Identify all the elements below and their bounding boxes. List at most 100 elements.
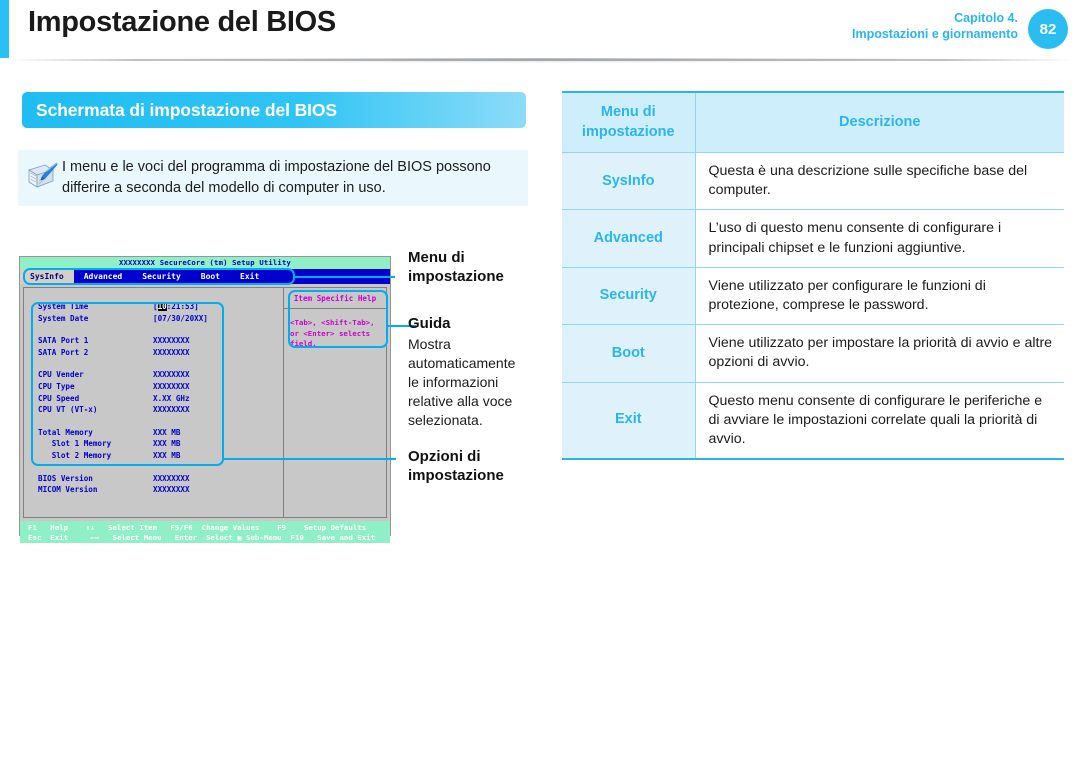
section-heading-bar: Schermata di impostazione del BIOS xyxy=(22,92,526,128)
header-divider-line xyxy=(8,59,1072,61)
bios-value: XXXXXXXX xyxy=(153,485,190,495)
bios-value: XXXXXXXX xyxy=(153,473,190,483)
note-text: I menu e le voci del programma di impost… xyxy=(62,159,491,197)
bios-key: CPU VT (VT-x) xyxy=(38,405,98,415)
bios-item-specific-help-panel: Item Specific Help <Tab>, <Shift-Tab>, o… xyxy=(283,287,387,518)
table-header-description: Descrizione xyxy=(694,92,1064,154)
table-cell-desc-advanced: L’uso di questo menu consente di configu… xyxy=(695,209,1064,268)
table-row: Boot Viene utilizzato per impostare la p… xyxy=(562,324,1064,383)
bios-keyboard-legend: F1 Help ↑↓ Select Item F5/F6 Change Valu… xyxy=(20,521,390,543)
bios-tab-boot[interactable]: Boot xyxy=(191,269,230,284)
table-cell-menu-exit: Exit xyxy=(562,382,696,460)
table-header-menu-line2: impostazione xyxy=(581,123,675,140)
bios-help-line-2: or <Enter> selects xyxy=(290,328,371,338)
bios-row-cpu-speed[interactable]: CPU Speed X.XX GHz xyxy=(38,393,283,405)
bios-value: XXXXXXXX xyxy=(153,336,190,346)
bios-settings-list: System Time [10:21:53] System Date [07/3… xyxy=(23,287,283,518)
page-number-badge: 82 xyxy=(1028,9,1068,49)
bios-key: BIOS Version xyxy=(38,473,93,483)
bios-value: XXXXXXXX xyxy=(153,347,190,357)
note-pen-icon xyxy=(26,161,60,191)
bios-row-total-memory[interactable]: Total Memory XXX MB xyxy=(38,427,283,439)
bios-legend-line-2: Esc Exit ←→ Select Menu Enter Select ▣ S… xyxy=(28,533,390,543)
callout-label-menu-line1: Menu di xyxy=(408,249,465,266)
bios-row-system-time[interactable]: System Time [10:21:53] xyxy=(38,301,283,313)
page-header: Impostazione del BIOS Capitolo 4. Impost… xyxy=(0,0,1080,60)
bios-help-line-1: <Tab>, <Shift-Tab>, xyxy=(290,318,375,327)
bios-tab-advanced[interactable]: Advanced xyxy=(74,269,133,284)
bios-spacer xyxy=(38,416,283,427)
bios-value: XXXXXXXX xyxy=(153,381,190,391)
bios-key: Slot 2 Memory xyxy=(38,450,112,460)
callout-guide-description: Mostra automaticamente le informazioni r… xyxy=(408,336,516,428)
page-title: Impostazione del BIOS xyxy=(28,6,336,38)
bios-key: CPU Type xyxy=(38,381,75,391)
callout-label-menu-line2: impostazione xyxy=(408,267,504,285)
section-heading-label: Schermata di impostazione del BIOS xyxy=(36,99,337,120)
table-row: SysInfo Questa è una descrizione sulle s… xyxy=(562,152,1064,211)
bios-row-micom-version[interactable]: MICOM Version XXXXXXXX xyxy=(38,484,283,496)
bios-spacer xyxy=(38,462,283,473)
bios-value: XXX MB xyxy=(153,439,181,449)
bios-value: X.XX GHz xyxy=(153,393,190,403)
bios-key: System Time xyxy=(38,302,89,311)
bios-row-cpu-vt[interactable]: CPU VT (VT-x) XXXXXXXX xyxy=(38,404,283,416)
bios-key: MICOM Version xyxy=(38,485,98,495)
bios-window-title: XXXXXXXX SecureCore (tm) Setup Utility xyxy=(20,257,390,269)
callout-label-menu: Menu di impostazione xyxy=(408,249,538,287)
bios-help-line-3: field. xyxy=(290,339,317,348)
bios-key: System Date xyxy=(38,313,89,323)
bios-row-bios-version[interactable]: BIOS Version XXXXXXXX xyxy=(38,473,283,485)
bios-key: Total Memory xyxy=(38,427,93,437)
bios-row-cpu-vender[interactable]: CPU Vender XXXXXXXX xyxy=(38,369,283,381)
bios-body: System Time [10:21:53] System Date [07/3… xyxy=(20,284,390,521)
bios-key: Slot 1 Memory xyxy=(38,439,112,449)
callout-label-guide-text: Guida xyxy=(408,315,451,332)
bios-row-sata-port-1[interactable]: SATA Port 1 XXXXXXXX xyxy=(38,335,283,347)
leader-line-menu xyxy=(295,276,395,278)
table-header-menu: Menu di impostazione xyxy=(562,92,696,154)
table-cell-desc-sysinfo: Questa è una descrizione sulle specifich… xyxy=(695,152,1064,211)
bios-value: [10:21:53] xyxy=(153,302,199,311)
table-cell-desc-exit: Questo menu consente di configurare le p… xyxy=(695,382,1064,460)
bios-setup-screenshot: XXXXXXXX SecureCore (tm) Setup Utility S… xyxy=(19,256,391,543)
bios-value: [07/30/20XX] xyxy=(153,313,208,323)
table-cell-desc-security: Viene utilizzato per configurare le funz… xyxy=(695,267,1064,326)
bios-key: CPU Vender xyxy=(38,370,84,380)
bios-row-cpu-type[interactable]: CPU Type XXXXXXXX xyxy=(38,381,283,393)
callout-label-options-line2: impostazione xyxy=(408,466,504,484)
bios-legend-text: Esc Exit ←→ Select Menu Enter Select ▣ S… xyxy=(28,532,376,542)
bios-help-title: Item Specific Help xyxy=(284,288,386,309)
bios-key: CPU Speed xyxy=(38,393,80,403)
setup-menu-table: Menu di impostazione Descrizione SysInfo… xyxy=(562,91,1064,461)
bios-key: SATA Port 1 xyxy=(38,336,89,346)
table-cell-menu-boot: Boot xyxy=(562,324,696,383)
bios-tab-exit[interactable]: Exit xyxy=(230,269,269,284)
table-cell-desc-boot: Viene utilizzato per impostare la priori… xyxy=(695,324,1064,383)
bios-key: SATA Port 2 xyxy=(38,347,89,357)
callout-label-options-line1: Opzioni di xyxy=(408,448,481,465)
bios-legend-text: F1 Help ↑↓ Select Item F5/F6 Change Valu… xyxy=(28,523,367,532)
bios-value: XXXXXXXX xyxy=(153,405,190,415)
bios-tab-security[interactable]: Security xyxy=(132,269,191,284)
bios-spacer xyxy=(38,358,283,369)
table-cell-menu-sysinfo: SysInfo xyxy=(562,152,696,211)
header-accent-bar xyxy=(0,0,9,58)
header-subtitle: Impostazioni e giornamento xyxy=(852,26,1018,41)
bios-value-highlight: 10 xyxy=(157,302,167,311)
table-row: Advanced L’uso di questo menu consente d… xyxy=(562,209,1064,268)
bios-help-body: <Tab>, <Shift-Tab>, or <Enter> selects f… xyxy=(284,309,386,350)
callout-label-options: Opzioni di impostazione xyxy=(408,448,538,486)
table-cell-menu-advanced: Advanced xyxy=(562,209,696,268)
header-chapter-block: Capitolo 4. Impostazioni e giornamento xyxy=(852,11,1018,42)
bios-legend-line-1: F1 Help ↑↓ Select Item F5/F6 Change Valu… xyxy=(28,523,390,533)
bios-tab-sysinfo[interactable]: SysInfo xyxy=(20,269,74,284)
header-chapter: Capitolo 4. xyxy=(954,11,1018,25)
table-header-row: Menu di impostazione Descrizione xyxy=(562,92,1064,154)
table-row: Security Viene utilizzato per configurar… xyxy=(562,267,1064,326)
bios-row-sata-port-2[interactable]: SATA Port 2 XXXXXXXX xyxy=(38,347,283,359)
bios-value: XXXXXXXX xyxy=(153,370,190,380)
bios-row-slot-1-memory[interactable]: Slot 1 Memory XXX MB xyxy=(38,438,283,450)
bios-row-system-date[interactable]: System Date [07/30/20XX] xyxy=(38,313,283,325)
bios-value: XXX MB xyxy=(153,450,181,460)
